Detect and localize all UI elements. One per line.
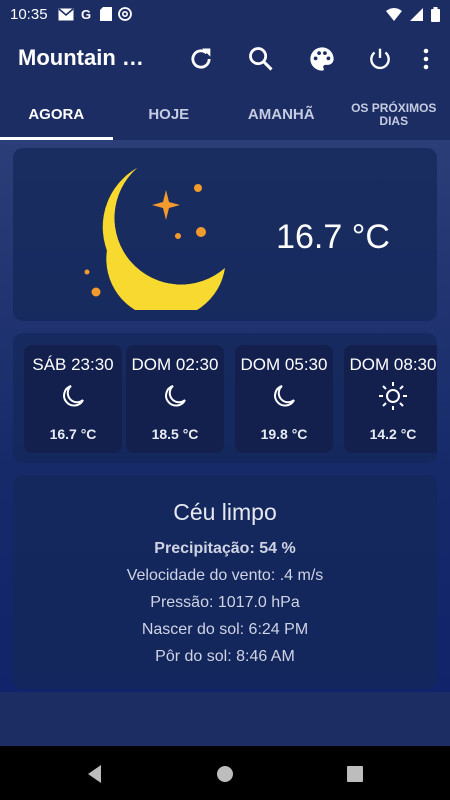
app-bar: Mountain Vi... bbox=[0, 28, 450, 90]
svg-text:G: G bbox=[81, 7, 91, 21]
weather-details-card: Céu limpo Precipitação: 54 % Velocidade … bbox=[13, 475, 437, 689]
hour-item[interactable]: SÁB 23:30 16.7 °C bbox=[24, 345, 122, 453]
power-icon bbox=[370, 48, 390, 70]
refresh-icon bbox=[191, 48, 211, 69]
more-vert-icon bbox=[423, 48, 429, 70]
hour-label: DOM 05:30 bbox=[240, 355, 328, 374]
hour-label: SÁB 23:30 bbox=[32, 355, 114, 374]
hour-item[interactable]: DOM 05:30 19.8 °C bbox=[235, 345, 333, 453]
tab-proximos-dias[interactable]: OS PRÓXIMOS DIAS bbox=[338, 90, 450, 140]
hour-temperature: 19.8 °C bbox=[260, 426, 308, 442]
footer-band bbox=[0, 692, 450, 746]
tab-bar: AGORA HOJE AMANHÃ OS PRÓXIMOS DIAS bbox=[0, 90, 450, 140]
tab-amanha[interactable]: AMANHÃ bbox=[225, 90, 338, 140]
moon-icon bbox=[84, 168, 225, 310]
sd-card-icon bbox=[99, 7, 112, 21]
recents-icon[interactable] bbox=[344, 763, 366, 785]
more-options-button[interactable] bbox=[407, 40, 445, 78]
sun-icon bbox=[379, 382, 407, 410]
precipitation-text: Precipitação: 54 % bbox=[154, 540, 296, 557]
moon-icon bbox=[165, 385, 186, 407]
hour-item[interactable]: DOM 02:30 18.5 °C bbox=[126, 345, 224, 453]
tab-hoje[interactable]: HOJE bbox=[113, 90, 226, 140]
search-button[interactable] bbox=[242, 40, 280, 78]
wind-speed-text: Velocidade do vento: .4 m/s bbox=[126, 567, 324, 584]
signal-icon bbox=[410, 7, 423, 21]
moon-icon bbox=[274, 385, 295, 407]
current-temperature: 16.7 °C bbox=[276, 218, 390, 256]
g-icon: G bbox=[81, 7, 91, 21]
hour-temperature: 16.7 °C bbox=[49, 426, 97, 442]
hour-label: DOM 02:30 bbox=[131, 355, 219, 374]
main-content: 16.7 °C SÁB 23:30 16.7 °C DOM 02:30 18.5… bbox=[0, 140, 450, 692]
wifi-icon bbox=[386, 7, 402, 21]
at-icon bbox=[117, 7, 132, 21]
hour-label: DOM 08:30 bbox=[349, 355, 437, 374]
hourly-forecast-card: SÁB 23:30 16.7 °C DOM 02:30 18.5 °C DOM … bbox=[13, 333, 437, 463]
palette-icon bbox=[310, 47, 334, 71]
status-bar: 10:35 G bbox=[0, 0, 450, 28]
location-title: Mountain Vi... bbox=[18, 45, 158, 70]
status-time: 10:35 bbox=[10, 5, 48, 23]
hour-temperature: 14.2 °C bbox=[369, 426, 417, 442]
hour-item[interactable]: DOM 08:30 14.2 °C bbox=[344, 345, 437, 453]
current-weather-card: 16.7 °C bbox=[13, 148, 437, 321]
tab-agora[interactable]: AGORA bbox=[0, 90, 113, 140]
sunset-text: Pôr do sol: 8:46 AM bbox=[155, 648, 295, 665]
hour-temperature: 18.5 °C bbox=[151, 426, 199, 442]
condition-text: Céu limpo bbox=[173, 499, 277, 525]
battery-icon bbox=[431, 6, 440, 22]
pressure-text: Pressão: 1017.0 hPa bbox=[150, 594, 300, 611]
gmail-icon bbox=[58, 7, 74, 20]
refresh-button[interactable] bbox=[182, 40, 220, 78]
back-icon[interactable] bbox=[84, 763, 106, 785]
system-navigation-bar bbox=[0, 746, 450, 800]
home-icon[interactable] bbox=[214, 763, 236, 785]
sunrise-text: Nascer do sol: 6:24 PM bbox=[141, 621, 309, 638]
moon-icon bbox=[63, 385, 84, 407]
theme-button[interactable] bbox=[303, 40, 341, 78]
search-icon bbox=[249, 47, 273, 71]
power-button[interactable] bbox=[361, 40, 399, 78]
